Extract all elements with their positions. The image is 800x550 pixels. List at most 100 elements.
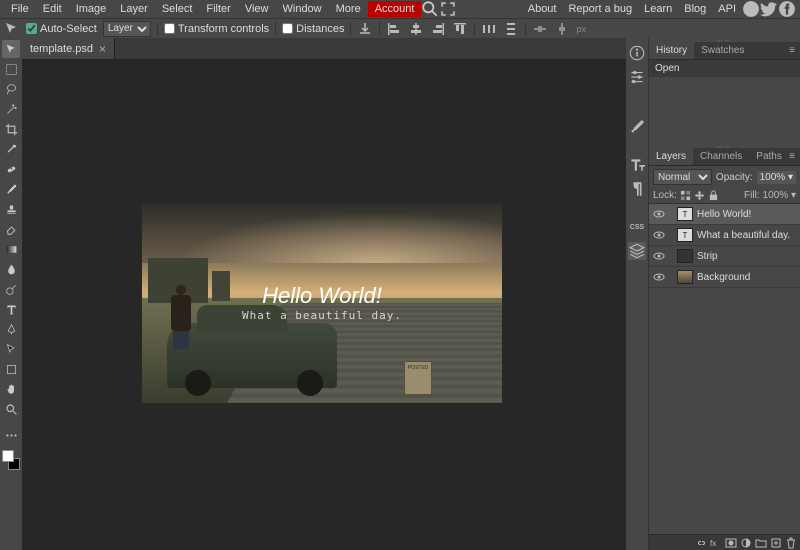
- document-tab[interactable]: template.psd ×: [22, 38, 115, 59]
- layer-row[interactable]: Strip: [649, 246, 800, 267]
- menu-image[interactable]: Image: [69, 1, 114, 17]
- layers-panel-icon[interactable]: [628, 242, 646, 260]
- pen-tool[interactable]: [2, 320, 20, 338]
- menu-select[interactable]: Select: [155, 1, 200, 17]
- shape-tool[interactable]: [2, 360, 20, 378]
- canvas-area[interactable]: template.psd × POSTED Hello World! What …: [22, 38, 626, 550]
- twitter-icon[interactable]: [760, 0, 778, 18]
- lock-move-icon[interactable]: [694, 190, 705, 201]
- new-layer-icon[interactable]: [770, 537, 782, 549]
- menu-view[interactable]: View: [238, 1, 276, 17]
- close-tab-icon[interactable]: ×: [99, 42, 106, 56]
- layer-group-icon[interactable]: [755, 537, 767, 549]
- layer-mask-icon[interactable]: [725, 537, 737, 549]
- align-top-icon[interactable]: [452, 21, 468, 37]
- reddit-icon[interactable]: [742, 0, 760, 18]
- history-panel: ⋯⋯ History Swatches ≡ Open: [649, 38, 800, 144]
- menu-learn[interactable]: Learn: [638, 1, 678, 17]
- brush-tool[interactable]: [2, 180, 20, 198]
- adjustment-layer-icon[interactable]: [740, 537, 752, 549]
- path-select-tool[interactable]: [2, 340, 20, 358]
- gradient-tool[interactable]: [2, 240, 20, 258]
- heal-tool[interactable]: [2, 160, 20, 178]
- history-tab[interactable]: History: [649, 42, 694, 59]
- history-item[interactable]: Open: [649, 60, 800, 77]
- menu-layer[interactable]: Layer: [113, 1, 155, 17]
- distances-checkbox[interactable]: Distances: [282, 23, 344, 35]
- gap-h-icon[interactable]: [532, 21, 548, 37]
- layer-row[interactable]: Background: [649, 267, 800, 288]
- menu-report-bug[interactable]: Report a bug: [562, 1, 638, 17]
- link-layers-icon[interactable]: [695, 537, 707, 549]
- transform-label: Transform controls: [178, 23, 269, 35]
- document-canvas[interactable]: POSTED Hello World! What a beautiful day…: [142, 203, 502, 403]
- auto-select-checkbox[interactable]: Auto-Select: [26, 23, 97, 35]
- paths-tab[interactable]: Paths: [749, 148, 789, 165]
- eyedropper-tool[interactable]: [2, 140, 20, 158]
- align-left-icon[interactable]: [386, 21, 402, 37]
- wand-tool[interactable]: [2, 100, 20, 118]
- distribute-v-icon[interactable]: [503, 21, 519, 37]
- align-download-icon[interactable]: [357, 21, 373, 37]
- auto-select-target[interactable]: Layer: [103, 21, 151, 37]
- info-panel-icon[interactable]: [628, 44, 646, 62]
- menu-edit[interactable]: Edit: [36, 1, 69, 17]
- menu-filter[interactable]: Filter: [199, 1, 237, 17]
- transform-controls-checkbox[interactable]: Transform controls: [164, 23, 269, 35]
- menu-api[interactable]: API: [712, 1, 742, 17]
- visibility-icon[interactable]: [653, 271, 665, 283]
- blur-tool[interactable]: [2, 260, 20, 278]
- lasso-tool[interactable]: [2, 80, 20, 98]
- menu-file[interactable]: File: [4, 1, 36, 17]
- fill-value[interactable]: 100% ▾: [763, 190, 796, 201]
- visibility-icon[interactable]: [653, 250, 665, 262]
- menu-about[interactable]: About: [522, 1, 563, 17]
- canvas-sign: POSTED: [404, 361, 432, 395]
- align-hcenter-icon[interactable]: [408, 21, 424, 37]
- blend-mode-select[interactable]: Normal: [653, 169, 712, 185]
- layer-row[interactable]: T What a beautiful day.: [649, 225, 800, 246]
- hand-tool[interactable]: [2, 380, 20, 398]
- adjust-panel-icon[interactable]: [628, 68, 646, 86]
- align-right-icon[interactable]: [430, 21, 446, 37]
- menu-window[interactable]: Window: [276, 1, 329, 17]
- lock-all-icon[interactable]: [708, 190, 719, 201]
- menu-account[interactable]: Account: [368, 1, 422, 17]
- type-tool[interactable]: [2, 300, 20, 318]
- menu-blog[interactable]: Blog: [678, 1, 712, 17]
- distribute-h-icon[interactable]: [481, 21, 497, 37]
- more-tools[interactable]: [2, 426, 20, 444]
- separator: [379, 22, 380, 36]
- opacity-value[interactable]: 100% ▾: [757, 171, 796, 184]
- zoom-tool[interactable]: [2, 400, 20, 418]
- panel-menu-icon[interactable]: ≡: [786, 45, 798, 57]
- layers-tab[interactable]: Layers: [649, 148, 693, 165]
- search-icon[interactable]: [421, 0, 439, 18]
- delete-layer-icon[interactable]: [785, 537, 797, 549]
- visibility-icon[interactable]: [653, 229, 665, 241]
- brush-panel-icon[interactable]: [628, 118, 646, 136]
- crop-tool[interactable]: [2, 120, 20, 138]
- gap-v-icon[interactable]: [554, 21, 570, 37]
- visibility-icon[interactable]: [653, 208, 665, 220]
- channels-tab[interactable]: Channels: [693, 148, 749, 165]
- canvas-headline: Hello World!: [142, 283, 502, 309]
- facebook-icon[interactable]: [778, 0, 796, 18]
- eraser-tool[interactable]: [2, 220, 20, 238]
- color-swatches[interactable]: [2, 450, 20, 470]
- foreground-color-swatch[interactable]: [2, 450, 14, 462]
- menu-more[interactable]: More: [329, 1, 368, 17]
- paragraph-panel-icon[interactable]: [628, 180, 646, 198]
- fullscreen-icon[interactable]: [439, 0, 457, 18]
- lock-pixels-icon[interactable]: [680, 190, 691, 201]
- dodge-tool[interactable]: [2, 280, 20, 298]
- panel-menu-icon[interactable]: ≡: [786, 151, 798, 163]
- css-panel-icon[interactable]: CSS: [628, 218, 646, 236]
- swatches-tab[interactable]: Swatches: [694, 42, 751, 59]
- layer-row[interactable]: T Hello World!: [649, 204, 800, 225]
- stamp-tool[interactable]: [2, 200, 20, 218]
- layer-effects-icon[interactable]: fx: [710, 537, 722, 549]
- marquee-tool[interactable]: [2, 60, 20, 78]
- character-panel-icon[interactable]: [628, 156, 646, 174]
- move-tool[interactable]: [2, 40, 20, 58]
